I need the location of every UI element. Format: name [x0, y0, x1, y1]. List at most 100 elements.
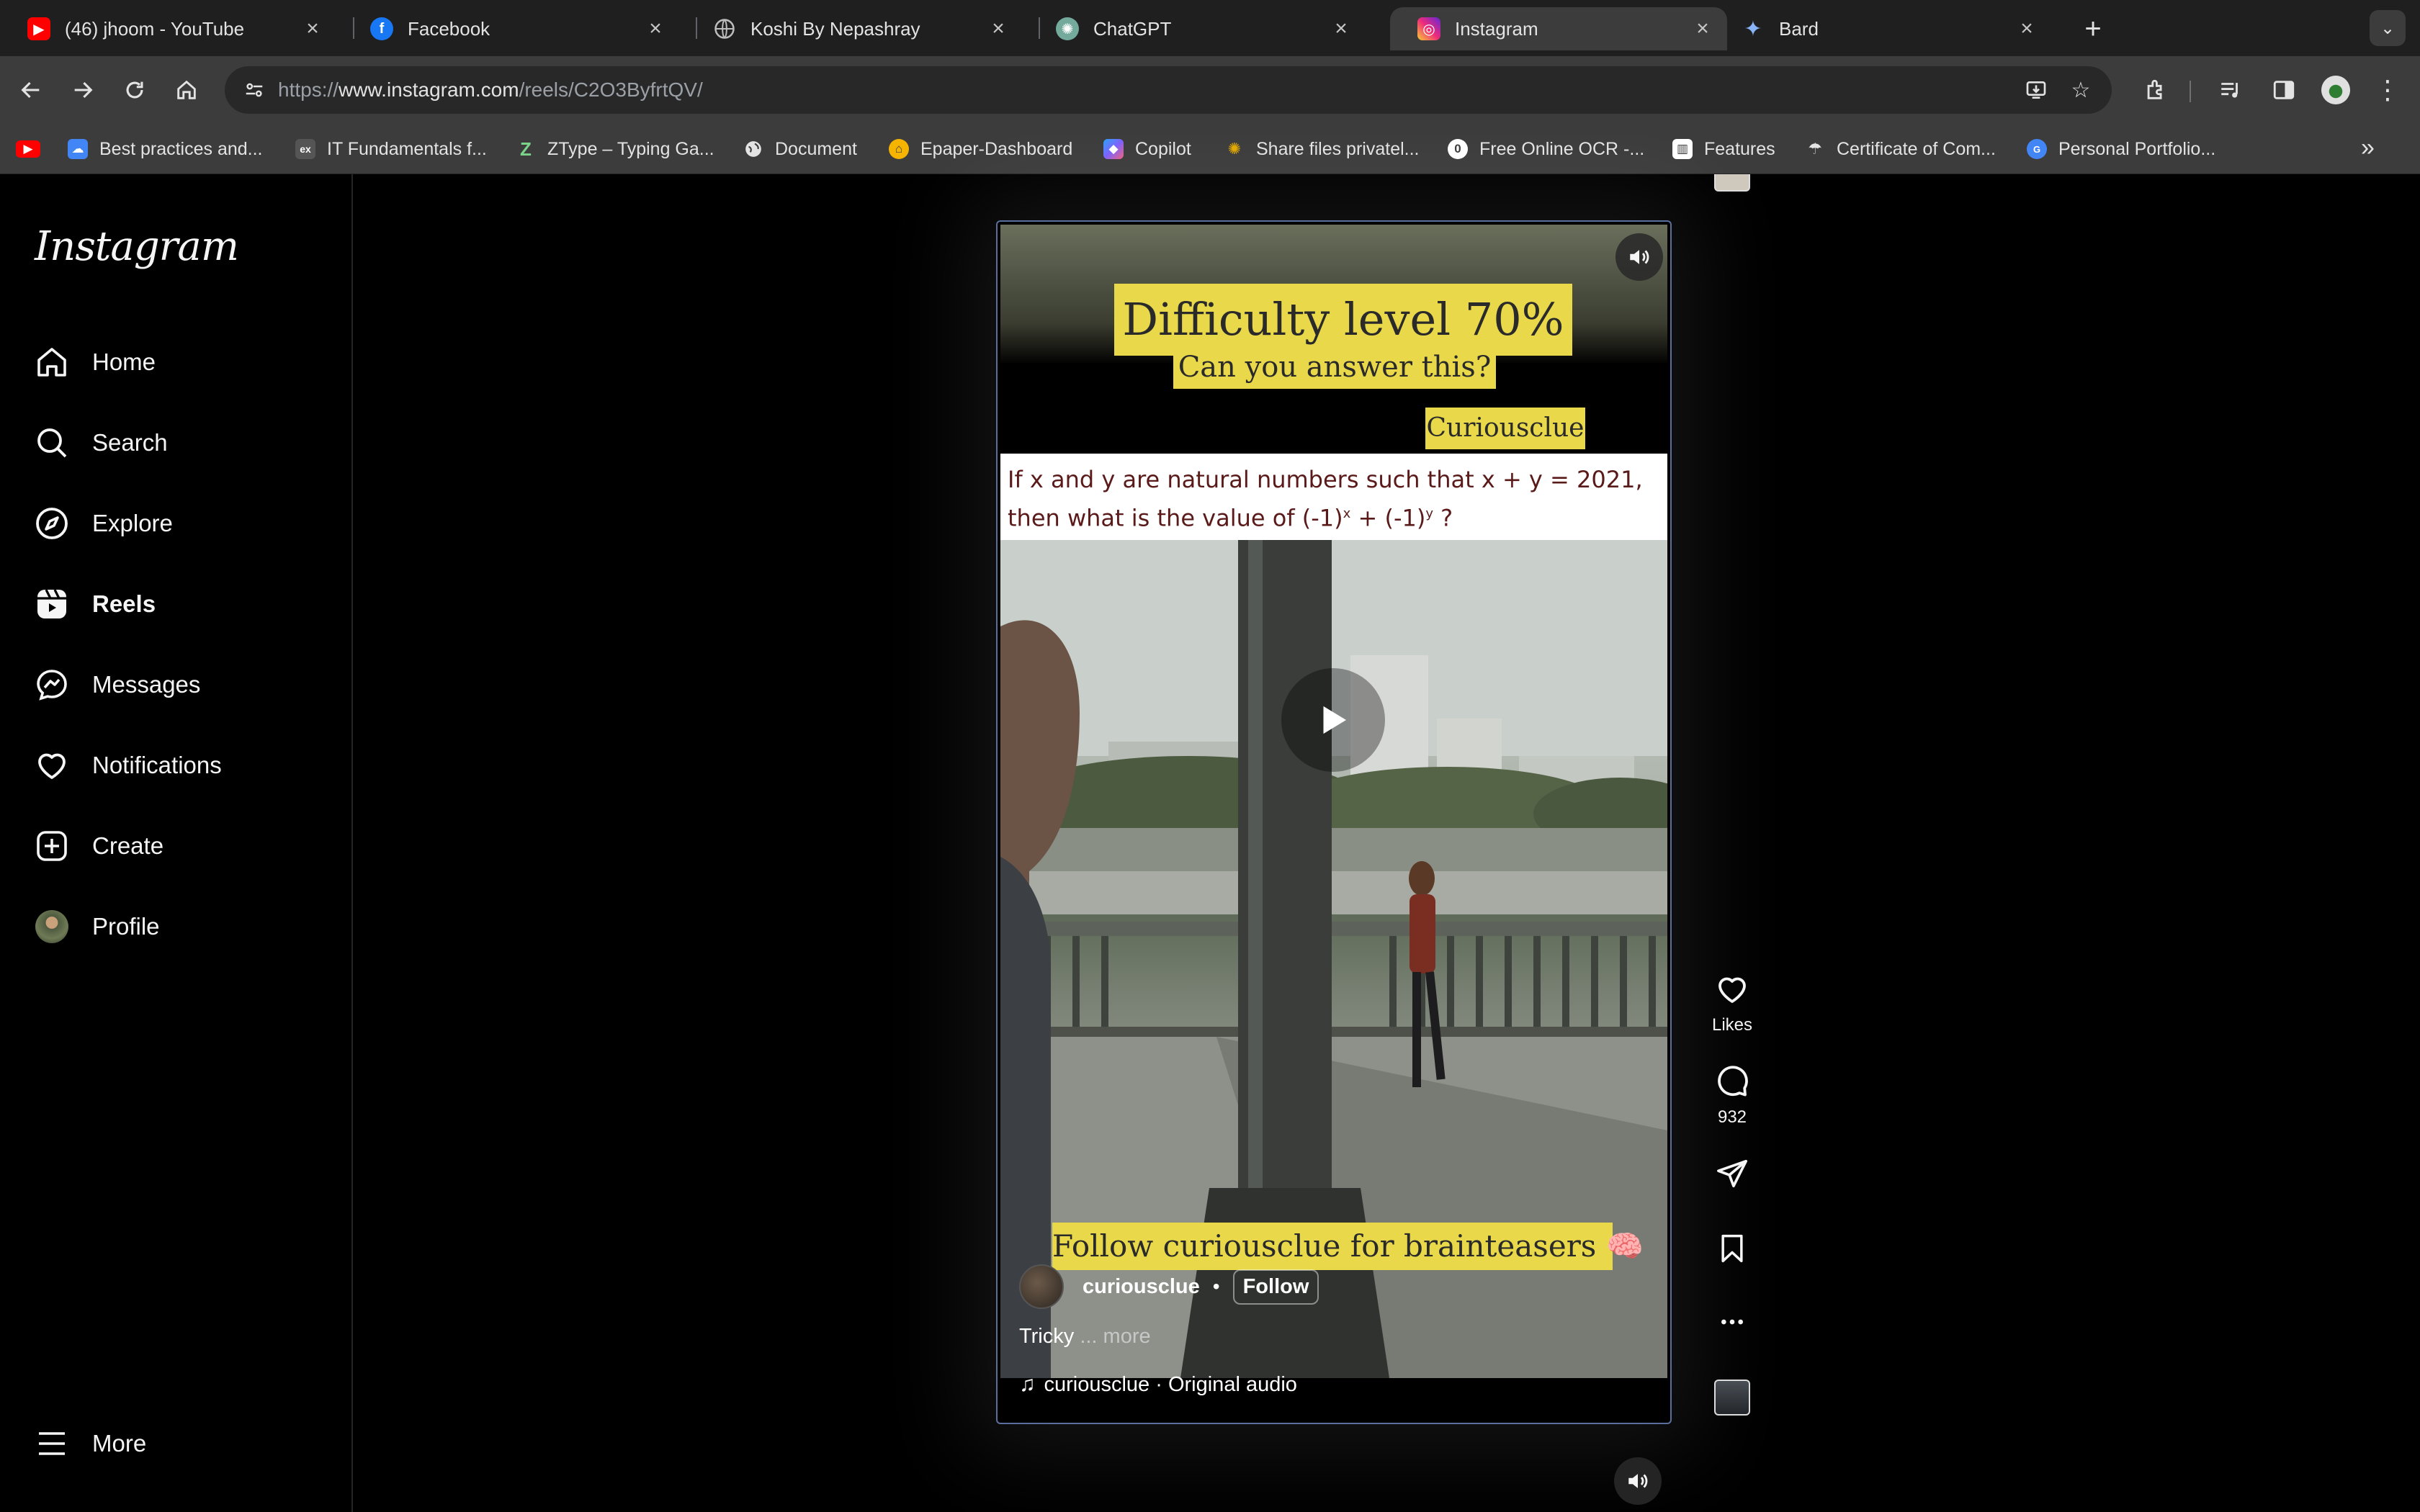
like-action[interactable]: Likes: [1693, 969, 1772, 1035]
play-button[interactable]: [1281, 668, 1385, 772]
follow-button[interactable]: Follow: [1232, 1269, 1319, 1305]
comment-icon: [1712, 1061, 1752, 1102]
mute-toggle-button[interactable]: [1615, 233, 1663, 281]
audio-track-thumbnail[interactable]: [1714, 1380, 1750, 1416]
author-username[interactable]: curiousclue: [1083, 1275, 1200, 1299]
tab-bar: ▶ (46) jhoom - YouTube × f Facebook × Ko…: [0, 0, 2420, 56]
instagram-logo[interactable]: Instagram: [35, 223, 239, 270]
reels-icon: [33, 585, 71, 623]
nav-messages[interactable]: Messages: [33, 660, 336, 710]
tab-youtube[interactable]: ▶ (46) jhoom - YouTube ×: [0, 7, 337, 50]
bookmarks-overflow-icon[interactable]: »: [2361, 134, 2375, 162]
bookmark-youtube[interactable]: ▶: [16, 135, 52, 163]
question-prompt-banner: Can you answer this?: [1173, 346, 1496, 389]
nav-label: Search: [92, 429, 168, 456]
nav-label: Messages: [92, 671, 201, 698]
reel-player[interactable]: Difficulty level 70% Can you answer this…: [996, 220, 1672, 1424]
nav-notifications[interactable]: Notifications: [33, 740, 336, 791]
bookmark-label: Epaper-Dashboard: [920, 138, 1073, 159]
save-action[interactable]: [1693, 1228, 1772, 1269]
bookmark-item[interactable]: Z ZType – Typing Ga...: [516, 135, 714, 163]
bookmark-label: Share files privatel...: [1256, 138, 1420, 159]
comments-count: 932: [1717, 1107, 1747, 1127]
bookmark-item[interactable]: ▥ Features: [1672, 135, 1775, 163]
extensions-icon[interactable]: [2138, 72, 2174, 108]
new-tab-button[interactable]: +: [2079, 13, 2107, 45]
menu-kebab-icon[interactable]: ⋮: [2370, 72, 2406, 108]
tab-instagram[interactable]: ◎ Instagram ×: [1390, 7, 1727, 50]
author-avatar[interactable]: [1019, 1264, 1064, 1309]
nav-label: Explore: [92, 510, 173, 536]
install-app-icon[interactable]: [2020, 73, 2053, 107]
bookmark-item[interactable]: G Personal Portfolio...: [2027, 135, 2215, 163]
profile-avatar-icon[interactable]: [2318, 72, 2354, 108]
address-bar[interactable]: https://www.instagram.com/reels/C2O3Byfr…: [225, 66, 2112, 114]
url-text[interactable]: https://www.instagram.com/reels/C2O3Byfr…: [278, 78, 703, 102]
ocr-icon: 0: [1448, 139, 1468, 159]
forward-icon[interactable]: [65, 72, 101, 108]
certificate-icon: ☂: [1808, 140, 1822, 158]
close-icon[interactable]: ×: [987, 17, 1010, 40]
more-options-action[interactable]: [1693, 1302, 1772, 1342]
nav-label: Home: [92, 348, 156, 375]
bookmark-item[interactable]: ☂ Certificate of Com...: [1805, 135, 1996, 163]
nav-explore[interactable]: Explore: [33, 498, 336, 549]
close-icon[interactable]: ×: [1691, 17, 1714, 40]
difficulty-banner: Difficulty level 70%: [1114, 284, 1572, 356]
search-icon: [33, 424, 71, 462]
nav-label: More: [92, 1430, 147, 1457]
url-scheme: https://: [278, 78, 339, 101]
nav-create[interactable]: Create: [33, 821, 336, 871]
caption-text: Tricky: [1019, 1325, 1075, 1348]
bookmark-star-icon[interactable]: ☆: [2064, 73, 2097, 107]
nav-reels[interactable]: Reels: [33, 579, 336, 629]
nav-more[interactable]: More: [33, 1418, 336, 1469]
tab-koshi[interactable]: Koshi By Nepashray ×: [686, 7, 1023, 50]
media-controls-icon[interactable]: [2213, 72, 2249, 108]
nav-search[interactable]: Search: [33, 418, 336, 468]
url-path: /reels/C2O3ByfrtQV/: [519, 78, 703, 101]
share-action[interactable]: [1693, 1153, 1772, 1194]
bookmark-item[interactable]: 0 Free Online OCR -...: [1448, 135, 1644, 163]
speaker-icon: [1630, 250, 1649, 264]
tab-bard[interactable]: ✦ Bard ×: [1714, 7, 2051, 50]
nav-home[interactable]: Home: [33, 337, 336, 387]
close-icon[interactable]: ×: [1330, 17, 1353, 40]
previous-reel-audio-thumbnail[interactable]: [1714, 174, 1750, 192]
copilot-icon: ◆: [1103, 139, 1124, 159]
back-icon[interactable]: [13, 72, 49, 108]
next-reel-mute-toggle[interactable]: [1614, 1457, 1662, 1505]
send-icon: [1712, 1153, 1752, 1194]
bookmark-label: ZType – Typing Ga...: [547, 138, 714, 159]
question-fragment: then what is the value of (-1): [1008, 504, 1343, 532]
close-icon[interactable]: ×: [2015, 17, 2038, 40]
caption-more-link[interactable]: ... more: [1080, 1325, 1150, 1348]
chatgpt-icon: ✺: [1056, 17, 1079, 40]
site-info-icon[interactable]: [238, 73, 271, 107]
reload-icon[interactable]: [117, 72, 153, 108]
comment-action[interactable]: 932: [1693, 1061, 1772, 1128]
bookmark-item[interactable]: ☁ Best practices and...: [68, 135, 263, 163]
tab-chatgpt[interactable]: ✺ ChatGPT ×: [1028, 7, 1366, 50]
nav-label: Notifications: [92, 752, 222, 778]
home-icon[interactable]: [169, 72, 205, 108]
bookmark-item[interactable]: ✺ Share files privatel...: [1224, 135, 1420, 163]
close-icon[interactable]: ×: [301, 17, 324, 40]
instagram-sidebar: Instagram Home Search Explore Reels Mess…: [0, 174, 353, 1512]
nav-profile[interactable]: Profile: [33, 901, 336, 952]
close-icon[interactable]: ×: [644, 17, 667, 40]
bookmark-item[interactable]: ⌂ Epaper-Dashboard: [889, 135, 1072, 163]
bookmark-item[interactable]: ◆ Copilot: [1103, 135, 1191, 163]
question-line-2: then what is the value of (-1)x + (-1)y …: [1008, 497, 1667, 536]
tab-facebook[interactable]: f Facebook ×: [343, 7, 680, 50]
play-icon: [1323, 706, 1346, 734]
tab-search-button[interactable]: ⌄: [2370, 10, 2406, 46]
audio-attribution[interactable]: ♫ curiousclue · Original audio: [1019, 1372, 1297, 1397]
globe-icon: [713, 17, 736, 40]
youtube-icon: ▶: [27, 17, 50, 40]
portfolio-icon: G: [2027, 139, 2047, 159]
tab-title: (46) jhoom - YouTube: [65, 17, 245, 40]
bookmark-item[interactable]: ex IT Fundamentals f...: [295, 135, 487, 163]
side-panel-icon[interactable]: [2266, 72, 2302, 108]
bookmark-item[interactable]: Document: [743, 135, 857, 163]
